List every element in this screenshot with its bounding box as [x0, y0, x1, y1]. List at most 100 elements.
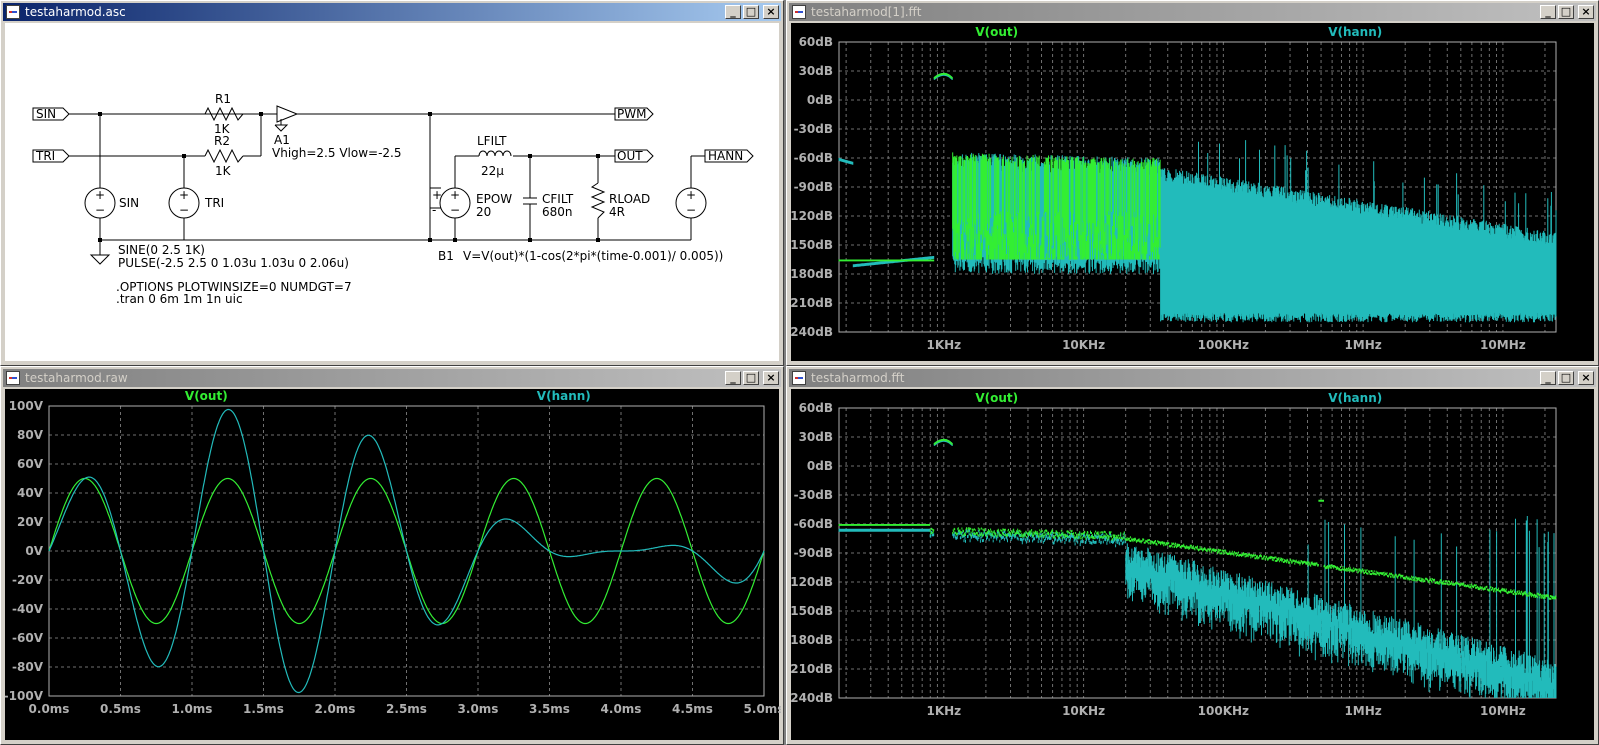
schematic-titlebar[interactable]: testaharmod.asc _ □ × [3, 3, 781, 21]
y-tick-label: -60dB [794, 517, 833, 531]
label-sin[interactable]: SIN [36, 107, 56, 121]
label-out[interactable]: OUT [617, 149, 643, 163]
fft2-window[interactable]: testaharmod.fft _ □ × V(out) V(hann) 60dB 3… [786, 366, 1599, 745]
legend-vout[interactable]: V(out) [185, 389, 228, 403]
close-button[interactable]: × [1578, 5, 1594, 19]
x-tick-label: 10KHz [1062, 338, 1105, 352]
x-tick-label: 100KHz [1198, 704, 1249, 718]
svg-text:+: + [95, 188, 105, 202]
minimize-button[interactable]: _ [1540, 371, 1556, 385]
y-tick-label: 0dB [807, 459, 833, 473]
svg-text:+: + [450, 188, 460, 202]
epow-value[interactable]: 20 [476, 205, 491, 219]
fft2-titlebar[interactable]: testaharmod.fft _ □ × [789, 369, 1596, 387]
y-tick-label: 0dB [807, 93, 833, 107]
y-tick-label: -30dB [794, 122, 833, 136]
fft1-chart[interactable]: V(out) V(hann) 60dB 30dB 0dB -30dB -60dB -90dB -… [791, 23, 1596, 363]
y-tick-label: 30dB [799, 430, 833, 444]
minimize-button[interactable]: _ [1540, 5, 1556, 19]
y-tick-label: 0V [25, 544, 43, 558]
legend-vhann[interactable]: V(hann) [1328, 391, 1382, 405]
y-tick-label: -40V [12, 602, 44, 616]
maximize-button[interactable]: □ [743, 371, 759, 385]
y-tick-label: -150dB [791, 238, 833, 252]
y-tick-label: -240dB [791, 691, 833, 705]
sin-source-name[interactable]: SIN [119, 196, 139, 210]
raw-app-icon[interactable] [6, 371, 20, 385]
lfilt-name[interactable]: LFILT [477, 134, 507, 148]
x-tick-label: 1.5ms [243, 702, 284, 716]
legend-vout[interactable]: V(out) [975, 391, 1018, 405]
minimize-button[interactable]: _ [725, 371, 741, 385]
cfilt-name[interactable]: CFILT [542, 192, 574, 206]
schematic-app-icon[interactable] [6, 5, 20, 19]
sine-directive[interactable]: SINE(0 2.5 1K) [118, 243, 205, 257]
y-tick-label: -60V [12, 631, 44, 645]
schematic-drawing[interactable]: + − + − + − + − + - SIN TRI PWM OUT HANN… [5, 23, 781, 363]
legend-vhann[interactable]: V(hann) [1328, 25, 1382, 39]
rload-name[interactable]: RLOAD [609, 192, 650, 206]
series-vhann-trace[interactable] [838, 72, 1557, 323]
y-tick-label: 60dB [799, 35, 833, 49]
fft1-titlebar[interactable]: testaharmod[1].fft _ □ × [789, 3, 1596, 21]
y-tick-label: 20V [17, 515, 44, 529]
r1-name[interactable]: R1 [215, 92, 231, 106]
x-tick-label: 1MHz [1344, 338, 1381, 352]
fft1-window[interactable]: testaharmod[1].fft _ □ × V(out) V(hann) 60… [786, 0, 1599, 366]
legend-vout[interactable]: V(out) [975, 25, 1018, 39]
legend-vhann[interactable]: V(hann) [537, 389, 591, 403]
svg-text:−: − [179, 203, 189, 217]
x-tick-label: 10KHz [1062, 704, 1105, 718]
svg-text:-: - [432, 203, 436, 217]
cfilt-value[interactable]: 680n [542, 205, 573, 219]
maximize-button[interactable]: □ [1558, 371, 1574, 385]
lfilt-value[interactable]: 22µ [481, 164, 504, 178]
x-tick-label: 10MHz [1480, 704, 1526, 718]
x-tick-label: 1MHz [1344, 704, 1381, 718]
svg-text:+: + [432, 188, 442, 202]
raw-titlebar[interactable]: testaharmod.raw _ □ × [3, 369, 781, 387]
x-tick-label: 3.0ms [458, 702, 499, 716]
schematic-window[interactable]: testaharmod.asc _ □ × + − + − + − + − + … [0, 0, 784, 366]
y-tick-label: -150dB [791, 604, 833, 618]
y-tick-label: -60dB [794, 151, 833, 165]
tri-source-name[interactable]: TRI [204, 196, 224, 210]
schematic-canvas[interactable]: + − + − + − + − + - SIN TRI PWM OUT HANN… [5, 23, 779, 361]
close-button[interactable]: × [763, 371, 779, 385]
fft1-plot-area[interactable]: V(out) V(hann) 60dB 30dB 0dB -30dB -60dB -90dB -… [791, 23, 1594, 361]
a1-params[interactable]: Vhigh=2.5 Vlow=-2.5 [272, 146, 402, 160]
maximize-button[interactable]: □ [743, 5, 759, 19]
pulse-directive[interactable]: PULSE(-2.5 2.5 0 1.03u 1.03u 0 2.06u) [118, 256, 349, 270]
fft2-app-icon[interactable] [792, 371, 806, 385]
x-tick-label: 4.0ms [601, 702, 642, 716]
b1-name[interactable]: B1 [438, 249, 454, 263]
y-tick-label: -80V [12, 660, 44, 674]
a1-name[interactable]: A1 [274, 133, 290, 147]
series-vhann-trace[interactable] [838, 438, 1557, 698]
fft2-chart[interactable]: V(out) V(hann) 60dB 30dB 0dB -30dB -60dB -90dB -… [791, 389, 1596, 742]
x-tick-label: 2.5ms [386, 702, 427, 716]
r2-name[interactable]: R2 [214, 134, 230, 148]
rload-value[interactable]: 4R [609, 205, 625, 219]
y-tick-label: -90dB [794, 180, 833, 194]
b1-expression[interactable]: V=V(out)*(1-cos(2*pi*(time-0.001)/ 0.005… [463, 249, 723, 263]
raw-window[interactable]: testaharmod.raw _ □ × V(out) V(hann) 100V 8… [0, 366, 784, 745]
close-button[interactable]: × [1578, 371, 1594, 385]
y-tick-label: -120dB [791, 209, 833, 223]
tran-directive[interactable]: .tran 0 6m 1m 1n uic [116, 292, 243, 306]
y-tick-label: 40V [17, 486, 44, 500]
raw-chart[interactable]: V(out) V(hann) 100V 80V 60V 40V 20V 0V -20V -40V -… [5, 389, 781, 742]
label-pwm[interactable]: PWM [617, 107, 646, 121]
fft2-plot-area[interactable]: V(out) V(hann) 60dB 30dB 0dB -30dB -60dB -90dB -… [791, 389, 1594, 740]
raw-plot-area[interactable]: V(out) V(hann) 100V 80V 60V 40V 20V 0V -20V -40V -… [5, 389, 781, 742]
x-tick-label: 4.5ms [672, 702, 713, 716]
label-hann[interactable]: HANN [708, 149, 743, 163]
close-button[interactable]: × [763, 5, 779, 19]
maximize-button[interactable]: □ [1558, 5, 1574, 19]
minimize-button[interactable]: _ [725, 5, 741, 19]
epow-name[interactable]: EPOW [476, 192, 512, 206]
fft1-app-icon[interactable] [792, 5, 806, 19]
label-tri[interactable]: TRI [35, 149, 55, 163]
svg-text:−: − [95, 203, 105, 217]
r2-value[interactable]: 1K [215, 164, 232, 178]
